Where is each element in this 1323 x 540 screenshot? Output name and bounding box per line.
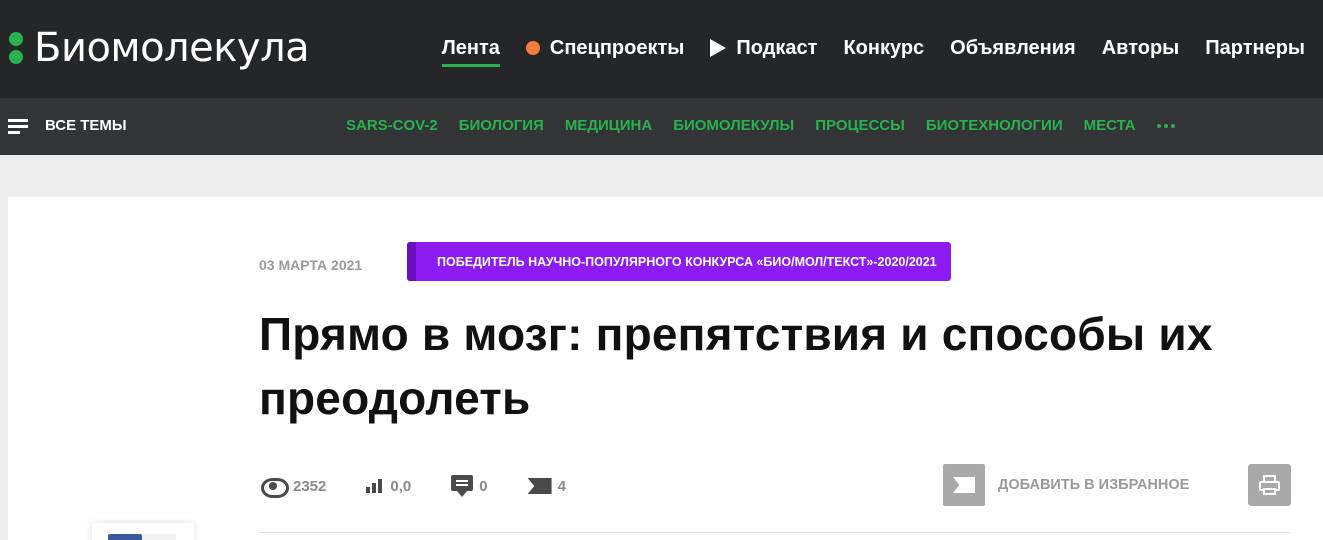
ellipsis-icon[interactable]: [1156, 124, 1175, 128]
nav-item-podcast[interactable]: Подкаст: [710, 34, 817, 62]
article-date: 03 МАРТА 2021: [259, 257, 363, 273]
logo-dots-icon: [8, 28, 24, 68]
nav-label: Спецпроекты: [549, 37, 685, 59]
share-count: [142, 534, 176, 540]
nav-item-contest[interactable]: Конкурс: [843, 34, 924, 62]
article-stats: 2352 0,0 0 4: [261, 475, 606, 498]
topic-medicine[interactable]: МЕДИЦИНА: [565, 115, 652, 137]
play-icon: [710, 39, 727, 57]
comment-icon: [451, 475, 474, 497]
nav-label: Объявления: [950, 37, 1076, 59]
site-header: Биомолекула Лента Спецпроекты Подкаст Ко…: [0, 0, 1323, 98]
views-stat: 2352: [261, 477, 327, 498]
nav-item-special-projects[interactable]: Спецпроекты: [525, 34, 685, 62]
bookmarks-stat: 4: [528, 478, 566, 495]
comments-stat[interactable]: 0: [451, 475, 488, 497]
nav-label: Авторы: [1101, 37, 1180, 59]
hamburger-menu-icon: [8, 118, 28, 134]
bookmark-icon: [528, 478, 552, 494]
topics-bar: ВСЕ ТЕМЫ SARS-COV-2 БИОЛОГИЯ МЕДИЦИНА БИ…: [0, 98, 1323, 155]
nav-label: Подкаст: [736, 37, 818, 59]
topic-biomolecules[interactable]: БИОМОЛЕКУЛЫ: [673, 115, 794, 137]
nav-label: Лента: [441, 37, 500, 59]
orange-dot-icon: [525, 41, 540, 55]
logo-text: Биомолекула: [34, 25, 310, 71]
badge-label: ПОБЕДИТЕЛЬ НАУЧНО-ПОПУЛЯРНОГО КОНКУРСА «…: [437, 254, 937, 269]
add-to-favorites-label: ДОБАВИТЬ В ИЗБРАННОЕ: [998, 477, 1190, 493]
all-topics-button[interactable]: ВСЕ ТЕМЫ: [8, 115, 127, 137]
contest-badge[interactable]: ПОБЕДИТЕЛЬ НАУЧНО-ПОПУЛЯРНОГО КОНКУРСА «…: [407, 242, 951, 281]
nav-label: Партнеры: [1205, 37, 1305, 59]
article-card: 03 МАРТА 2021 ПОБЕДИТЕЛЬ НАУЧНО-ПОПУЛЯРН…: [8, 197, 1323, 540]
nav-item-partners[interactable]: Партнеры: [1205, 34, 1305, 62]
views-count: 2352: [293, 477, 327, 495]
all-topics-label: ВСЕ ТЕМЫ: [45, 117, 127, 134]
topic-sars-cov-2[interactable]: SARS-COV-2: [346, 115, 438, 137]
topic-biotechnology[interactable]: БИОТЕХНОЛОГИИ: [926, 115, 1063, 137]
rating-stat: 0,0: [366, 478, 411, 495]
bookmark-icon: [943, 464, 985, 506]
eye-icon: [261, 478, 289, 498]
nav-item-feed[interactable]: Лента: [441, 34, 501, 67]
share-widget[interactable]: [92, 523, 194, 540]
nav-item-announcements[interactable]: Объявления: [950, 34, 1076, 62]
comments-count: 0: [479, 477, 488, 495]
topic-list: SARS-COV-2 БИОЛОГИЯ МЕДИЦИНА БИОМОЛЕКУЛЫ…: [346, 115, 1175, 137]
nav-label: Конкурс: [843, 37, 925, 59]
rating-bars-icon: [366, 479, 384, 493]
topic-places[interactable]: МЕСТА: [1084, 115, 1136, 137]
rating-value: 0,0: [390, 477, 412, 495]
add-to-favorites-button[interactable]: ДОБАВИТЬ В ИЗБРАННОЕ: [943, 464, 1189, 506]
topic-processes[interactable]: ПРОЦЕССЫ: [815, 115, 905, 137]
topic-biology[interactable]: БИОЛОГИЯ: [459, 115, 544, 137]
bookmarks-count: 4: [557, 477, 566, 495]
print-button[interactable]: [1248, 464, 1291, 506]
nav-item-authors[interactable]: Авторы: [1102, 34, 1180, 62]
facebook-share-icon[interactable]: [108, 534, 142, 540]
main-nav: Лента Спецпроекты Подкаст Конкурс Объявл…: [441, 34, 1305, 67]
article-title: Прямо в мозг: препятствия и способы их п…: [259, 308, 1213, 424]
site-logo[interactable]: Биомолекула: [8, 24, 310, 72]
divider: [259, 532, 1291, 533]
